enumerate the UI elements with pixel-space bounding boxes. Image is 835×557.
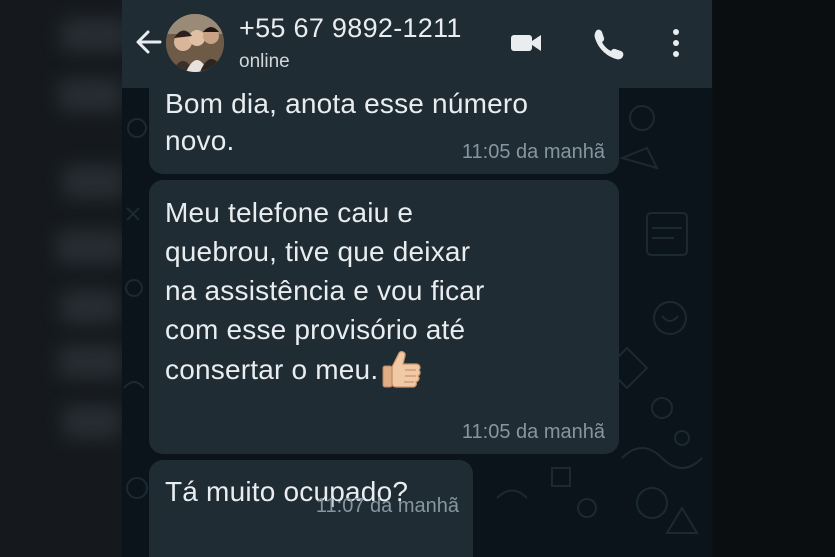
video-call-icon[interactable]	[508, 26, 544, 60]
contact-name[interactable]: +55 67 9892-1211	[239, 13, 462, 44]
blurred-shape	[58, 345, 122, 379]
chat-header: +55 67 9892-1211 online	[122, 0, 712, 88]
blurred-shape	[60, 18, 122, 52]
contact-status: online	[239, 51, 290, 72]
blurred-background-right	[713, 0, 835, 557]
phone-call-icon[interactable]	[588, 26, 624, 60]
message-timestamp: 11:05 da manhã	[461, 421, 605, 443]
blurred-background-left	[0, 0, 122, 557]
message-timestamp: 11:07 da manhã	[315, 495, 459, 517]
more-options-icon[interactable]	[662, 26, 698, 60]
blurred-shape	[62, 405, 122, 439]
message-bubble[interactable]: Tá muito ocupado? 11:07 da manhã	[149, 460, 473, 557]
contact-avatar[interactable]	[166, 14, 224, 72]
blurred-shape	[62, 165, 122, 199]
message-text: Meu telefone caiu e quebrou, tive que de…	[165, 197, 485, 385]
thumbs-up-emoji-icon	[382, 350, 421, 388]
blurred-shape	[60, 290, 120, 324]
blurred-shape	[58, 78, 122, 112]
avatar-photo	[166, 14, 224, 72]
message-bubble[interactable]: Meu telefone caiu e quebrou, tive que de…	[149, 180, 619, 454]
message-timestamp: 11:05 da manhã	[461, 141, 605, 163]
chat-screen: +55 67 9892-1211 online Bom dia, anota e…	[122, 0, 712, 557]
back-arrow-icon[interactable]	[134, 24, 164, 60]
message-text-wrap: Meu telefone caiu e quebrou, tive que de…	[165, 193, 485, 389]
blurred-shape	[56, 230, 122, 264]
